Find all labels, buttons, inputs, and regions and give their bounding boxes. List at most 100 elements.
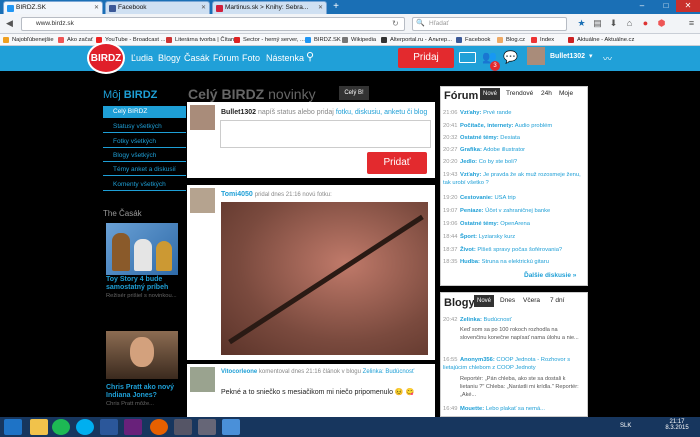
bookmark-item[interactable]: Blog.cz — [497, 35, 525, 45]
pridaj-button[interactable]: Pridaj — [398, 48, 454, 68]
forum-row[interactable]: 20:41 Počítače, internety: Audio problém — [443, 122, 583, 130]
bookmark-item[interactable]: Alterportal.ru - Альтер... — [381, 35, 452, 45]
minimize-icon[interactable]: – — [630, 0, 654, 12]
post-username[interactable]: Tomi4050 — [221, 191, 253, 198]
bookmark-item[interactable]: Najobľúbenejšie — [3, 35, 54, 45]
bookmark-item[interactable]: Literárna tvorba | Čítan... — [166, 35, 239, 45]
tab-blogs-7dni[interactable]: 7 dní — [550, 297, 564, 304]
back-icon[interactable]: ◀ — [4, 18, 15, 29]
article-title[interactable]: Toy Story 4 bude samostatný príbeh — [106, 276, 186, 292]
chat-icon[interactable]: 💬 — [503, 50, 518, 64]
tab-blogs-nove[interactable]: Nové — [474, 295, 494, 307]
tab-moje[interactable]: Moje — [559, 90, 573, 97]
skype-icon[interactable] — [76, 419, 94, 435]
more-discussions-link[interactable]: Ďalšie diskusie » — [524, 272, 576, 279]
explorer-icon[interactable] — [30, 419, 48, 435]
url-bar[interactable]: www.birdz.sk — [21, 17, 405, 31]
username[interactable]: Bullet1302 — [550, 53, 585, 60]
forum-row[interactable]: 19:06 Ostatné témy: OpenArena — [443, 220, 583, 228]
tab-trendove[interactable]: Trendové — [506, 90, 533, 97]
app-icon[interactable] — [222, 419, 240, 435]
bookmark-item[interactable]: Facebook — [456, 35, 490, 45]
search-icon[interactable]: ⚲ — [306, 50, 314, 63]
pridat-button[interactable]: Pridať — [367, 152, 427, 174]
tab-blogs-vcera[interactable]: Včera — [523, 297, 540, 304]
app-icon[interactable] — [198, 419, 216, 435]
sidebar-item-blogy[interactable]: Blogy všetkých — [103, 150, 186, 162]
forum-row[interactable]: 19:07 Peniaze: Účet v zahraničnej banke — [443, 207, 583, 215]
search-input[interactable]: Hľadať — [412, 17, 567, 31]
status-links[interactable]: fotku, diskusiu, anketu či blog — [336, 109, 427, 116]
sidebar-item-statusy[interactable]: Statusy všetkých — [103, 121, 186, 133]
firefox-icon[interactable] — [150, 419, 168, 435]
bookmark-item[interactable]: Aktuálne - Aktuálne.cz — [568, 35, 634, 45]
start-icon[interactable] — [4, 419, 22, 435]
bookmark-item[interactable]: BIRDZ.SK — [305, 35, 341, 45]
language-indicator[interactable]: SLK — [620, 423, 631, 429]
forum-row[interactable]: 18:44 Šport: Lyziarsky kurz — [443, 233, 583, 241]
forum-row[interactable]: 19:20 Cestovanie: USA trip — [443, 194, 583, 202]
forum-row[interactable]: 21:06 Vzťahy: Prvé rande — [443, 109, 583, 117]
app-icon[interactable] — [174, 419, 192, 435]
post-photo[interactable] — [221, 202, 428, 355]
bookmark-item[interactable]: Index — [531, 35, 554, 45]
forum-row[interactable]: 20:20 Jedlo: Co by ste boli? — [443, 158, 583, 166]
post-link[interactable]: Zelinka: Budúcnosť — [363, 369, 415, 375]
bookmark-item[interactable]: Sector - herný server, ... — [234, 35, 305, 45]
sidebar-item-fotky[interactable]: Fotky všetkých — [103, 136, 186, 148]
close-icon[interactable]: ✕ — [318, 2, 323, 14]
forum-row[interactable]: 20:27 Grafika: Adobe illustrator — [443, 146, 583, 154]
menu-blogy[interactable]: Blogy — [158, 52, 181, 64]
forum-row[interactable]: 18:37 Život: Plšeš spravy počas šoférovan… — [443, 246, 583, 254]
bookmark-item[interactable]: Ako začať — [58, 35, 93, 45]
status-textarea[interactable] — [220, 120, 431, 148]
bookmark-star-icon[interactable]: ★ — [576, 18, 587, 29]
window-close-icon[interactable]: ✕ — [676, 0, 700, 12]
spotify-icon[interactable] — [52, 419, 70, 435]
post-username[interactable]: Vitocorleone — [221, 369, 257, 375]
download-icon[interactable]: ⬇ — [608, 18, 619, 29]
visual-studio-icon[interactable] — [124, 419, 142, 435]
blog-row[interactable]: 16:49 Mouette: Lebo plakať sa nemá... — [443, 405, 583, 413]
sidebar-item-komenty[interactable]: Komenty všetkých — [103, 179, 186, 191]
birdz-logo[interactable]: BIRDZ — [87, 42, 125, 74]
close-icon[interactable]: ✕ — [94, 2, 99, 14]
tab-facebook[interactable]: Facebook ✕ — [105, 1, 210, 14]
sidebar-item-cely-birdz[interactable]: Celý BIRDZ — [103, 106, 186, 118]
close-icon[interactable]: ✕ — [201, 2, 206, 14]
addon-icon[interactable]: ● — [640, 18, 651, 29]
tab-nove[interactable]: Nové — [480, 88, 500, 100]
mail-icon[interactable] — [459, 52, 476, 63]
forum-row[interactable]: 18:35 Hudba: Struna na elektrickú gitaru — [443, 258, 583, 266]
avatar[interactable] — [527, 47, 545, 65]
maximize-icon[interactable]: □ — [654, 0, 678, 12]
article-image[interactable] — [106, 223, 178, 275]
menu-casak[interactable]: Časák — [184, 52, 210, 64]
bookmarks-menu-icon[interactable]: ▤ — [592, 18, 603, 29]
tab-martinus[interactable]: Martinus.sk > Knihy: Sebra... ✕ — [212, 1, 327, 14]
new-tab-icon[interactable]: + — [330, 2, 342, 13]
tab-blogs-dnes[interactable]: Dnes — [500, 297, 515, 304]
bookmark-item[interactable]: Wikipedia — [342, 35, 376, 45]
menu-icon[interactable]: ≡ — [686, 18, 697, 29]
activity-icon[interactable]: 〰 — [603, 52, 612, 65]
cely-button[interactable]: Celý B! — [339, 86, 369, 100]
menu-foto[interactable]: Foto — [242, 52, 260, 64]
menu-nastenka[interactable]: Nástenka — [266, 52, 304, 64]
menu-forum[interactable]: Fórum — [213, 52, 239, 64]
reload-icon[interactable]: ↻ — [392, 19, 399, 28]
article-image[interactable] — [106, 331, 178, 379]
article-title[interactable]: Chris Pratt ako nový Indiana Jones? — [106, 384, 186, 400]
chevron-down-icon[interactable]: ▾ — [589, 52, 593, 60]
word-icon[interactable] — [100, 419, 118, 435]
sidebar-item-temy[interactable]: Témy anket a diskusií — [103, 164, 186, 176]
menu-ludia[interactable]: Ľudia — [131, 52, 153, 64]
clock[interactable]: 21:17 8.3.2015 — [660, 419, 694, 431]
tab-birdz[interactable]: BIRDZ.SK ✕ — [3, 1, 103, 14]
forum-row[interactable]: 20:32 Ostatné témy: Desiata — [443, 134, 583, 142]
home-icon[interactable]: ⌂ — [624, 18, 635, 29]
forum-row[interactable]: 19:43 Vzťahy: Je pravda že ak muž rozosme… — [443, 171, 583, 187]
adblock-icon[interactable]: ⬢ — [656, 18, 667, 29]
blog-row[interactable]: 20:42 Zelinka: Budúcnosť — [443, 316, 583, 324]
tab-24h[interactable]: 24h — [541, 90, 552, 97]
